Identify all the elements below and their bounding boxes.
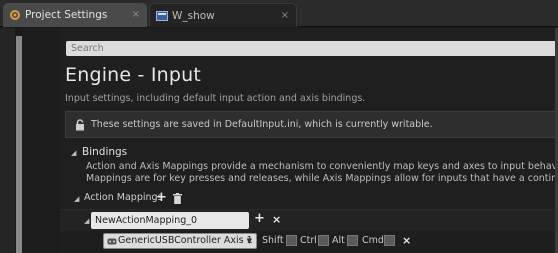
remove-key-button[interactable]: ×	[402, 234, 411, 247]
cmd-checkbox[interactable]	[384, 235, 395, 246]
editor-tab-bar: Project Settings × W_show ×	[0, 0, 558, 27]
remove-mapping-button[interactable]: ×	[272, 213, 281, 226]
widget-blueprint-icon	[156, 11, 168, 21]
action-name-input[interactable]: NewActionMapping_0	[91, 212, 249, 229]
bindings-description: Action and Axis Mappings provide a mecha…	[86, 161, 558, 184]
page-title: Engine - Input	[65, 64, 202, 86]
alt-label: Alt	[332, 235, 345, 246]
description-line: Mappings are for key presses and release…	[86, 172, 558, 184]
section-title: Bindings	[82, 146, 128, 158]
tab-w-show[interactable]: W_show ×	[149, 3, 297, 27]
writable-notice-banner: These settings are saved in DefaultInput…	[65, 111, 558, 138]
action-mappings-header: ◢ Action Mappings +	[60, 190, 558, 207]
add-action-mapping-button[interactable]: +	[156, 190, 167, 205]
notice-text: These settings are saved in DefaultInput…	[91, 119, 433, 130]
collapse-arrow-icon[interactable]: ◢	[74, 195, 79, 203]
tab-close-icon[interactable]: ×	[132, 3, 140, 27]
ctrl-checkbox[interactable]	[318, 235, 329, 246]
key-selector-value: GenericUSBController Axis 1	[118, 235, 253, 246]
search-input[interactable]: Search	[66, 41, 558, 56]
settings-category-panel	[22, 28, 60, 253]
lock-icon	[76, 119, 84, 131]
tab-project-settings[interactable]: Project Settings ×	[3, 3, 147, 27]
bindings-section-header[interactable]: ◢ Bindings	[65, 146, 558, 161]
collapse-arrow-icon[interactable]: ◢	[84, 217, 89, 225]
description-line: Action and Axis Mappings provide a mecha…	[86, 161, 558, 172]
add-key-button[interactable]: +	[254, 211, 265, 226]
ctrl-label: Ctrl	[300, 235, 317, 246]
page-subtitle: Input settings, including default input …	[65, 93, 366, 104]
dropdown-arrow-icon: ▼	[246, 237, 252, 245]
trash-icon[interactable]	[173, 193, 182, 204]
gamepad-icon	[107, 238, 117, 245]
action-mappings-label: Action Mappings	[84, 192, 163, 203]
settings-details-panel: Search Engine - Input Input settings, in…	[60, 28, 558, 253]
tab-close-icon[interactable]: ×	[281, 4, 289, 27]
tab-label: W_show	[172, 10, 215, 22]
action-mapping-row: ◢ NewActionMapping_0 + ×	[60, 209, 558, 231]
settings-gear-icon	[10, 10, 20, 20]
cmd-label: Cmd	[362, 235, 384, 246]
left-panel-edge	[0, 28, 15, 253]
tab-label: Project Settings	[25, 9, 108, 21]
collapse-arrow-icon[interactable]: ◢	[71, 149, 76, 157]
shift-label: Shift	[262, 235, 284, 246]
shift-checkbox[interactable]	[286, 235, 297, 246]
alt-checkbox[interactable]	[347, 235, 358, 246]
key-selector[interactable]: GenericUSBController Axis 1 ▼	[103, 233, 257, 249]
key-binding-row: GenericUSBController Axis 1 ▼ Shift Ctrl…	[60, 231, 558, 253]
